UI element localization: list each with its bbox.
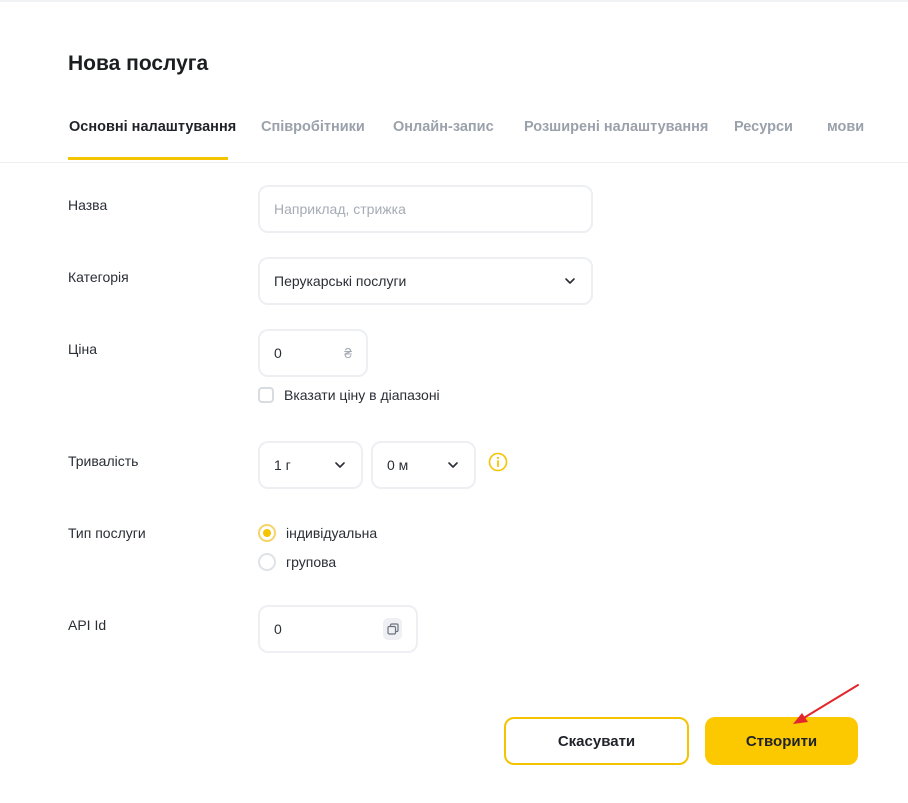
price-field-wrapper: ₴: [258, 329, 368, 377]
duration-hours-select[interactable]: 1 г: [258, 441, 363, 489]
api-id-field-wrapper: [258, 605, 418, 653]
duration-minutes-select[interactable]: 0 м: [371, 441, 476, 489]
category-label: Категорія: [68, 269, 129, 285]
group-radio[interactable]: [258, 553, 276, 571]
active-tab-indicator: [68, 157, 228, 160]
price-range-option: Вказати ціну в діапазоні: [258, 387, 440, 403]
group-radio-label[interactable]: групова: [286, 554, 336, 570]
copy-button[interactable]: [383, 618, 402, 640]
chevron-down-icon: [565, 278, 575, 284]
service-type-individual-option: індивідуальна: [258, 524, 377, 542]
duration-minutes-value: 0 м: [387, 457, 409, 473]
individual-radio-label[interactable]: індивідуальна: [286, 525, 377, 541]
individual-radio[interactable]: [258, 524, 276, 542]
category-select[interactable]: Перукарські послуги: [258, 257, 593, 305]
duration-label: Тривалість: [68, 453, 139, 469]
service-type-label: Тип послуги: [68, 525, 146, 541]
annotation-arrow-icon: [793, 684, 859, 724]
category-value: Перукарські послуги: [274, 273, 407, 289]
currency-symbol: ₴: [344, 345, 352, 361]
tab-advanced-settings[interactable]: Розширені налаштування: [524, 119, 708, 135]
tab-basic-settings[interactable]: Основні налаштування: [69, 119, 236, 135]
page-title: Нова послуга: [68, 52, 209, 75]
service-type-group-option: групова: [258, 553, 336, 571]
info-icon[interactable]: [488, 452, 508, 472]
api-id-label: API Id: [68, 617, 107, 633]
duration-hours-value: 1 г: [274, 457, 291, 473]
price-input[interactable]: [274, 345, 345, 361]
name-input[interactable]: [274, 201, 577, 217]
price-range-label[interactable]: Вказати ціну в діапазоні: [284, 387, 440, 403]
tab-bar: Основні налаштування Співробітники Онлай…: [0, 116, 908, 163]
chevron-down-icon: [448, 462, 458, 468]
cancel-button[interactable]: Скасувати: [504, 717, 689, 765]
name-label: Назва: [68, 197, 108, 213]
name-field-wrapper: [258, 185, 593, 233]
top-divider: [0, 0, 908, 2]
copy-icon: [387, 623, 399, 635]
tab-languages[interactable]: мови: [827, 119, 864, 135]
tab-employees[interactable]: Співробітники: [261, 119, 365, 135]
api-id-input[interactable]: [274, 621, 384, 637]
price-range-checkbox[interactable]: [258, 387, 274, 403]
tab-online-booking[interactable]: Онлайн-запис: [393, 119, 494, 135]
price-label: Ціна: [68, 341, 97, 357]
tab-resources[interactable]: Ресурси: [734, 119, 793, 135]
chevron-down-icon: [335, 462, 345, 468]
